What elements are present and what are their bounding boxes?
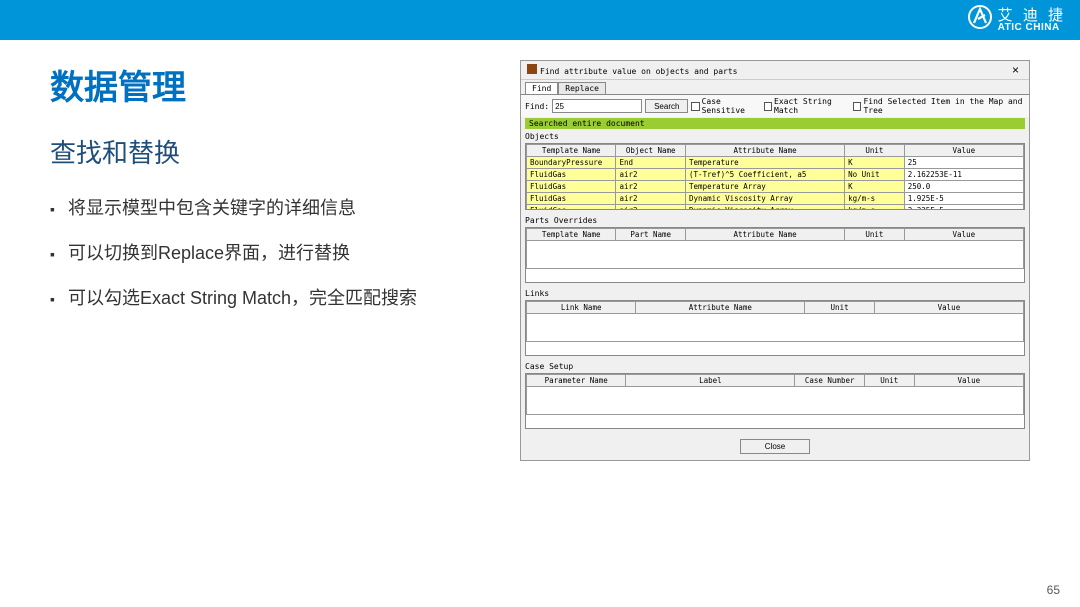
col-header[interactable]: Template Name	[527, 229, 616, 241]
col-header[interactable]: Unit	[845, 229, 905, 241]
close-button[interactable]: Close	[740, 439, 810, 454]
table-cell: Dynamic Viscosity Array	[686, 205, 845, 211]
table-row[interactable]: FluidGasair2Temperature ArrayK250.0	[527, 181, 1024, 193]
table-cell: (T-Tref)^5 Coefficient, a5	[686, 169, 845, 181]
status-message: Searched entire document	[525, 118, 1025, 129]
page-number: 65	[1047, 583, 1060, 597]
table-cell: 250.0	[904, 181, 1023, 193]
table-cell: Temperature Array	[686, 181, 845, 193]
table-cell: air2	[616, 193, 686, 205]
exact-match-checkbox[interactable]: Exact String Match	[764, 97, 850, 115]
table-cell: 25	[904, 157, 1023, 169]
table-cell: air2	[616, 181, 686, 193]
table-cell: kg/m-s	[845, 205, 905, 211]
table-row[interactable]: FluidGasair2Dynamic Viscosity Arraykg/m-…	[527, 205, 1024, 211]
logo-cn-text: 艾 迪 捷	[998, 8, 1066, 23]
page-title: 数据管理	[50, 60, 490, 109]
table-cell: FluidGas	[527, 181, 616, 193]
table-cell: air2	[616, 169, 686, 181]
bullet-item: 可以切换到Replace界面，进行替换	[50, 239, 490, 268]
close-icon[interactable]: ×	[1008, 63, 1023, 77]
table-row[interactable]: BoundaryPressureEndTemperatureK25	[527, 157, 1024, 169]
col-header[interactable]: Value	[904, 229, 1023, 241]
col-header[interactable]: Attribute Name	[686, 145, 845, 157]
find-dialog: Find attribute value on objects and part…	[520, 60, 1030, 461]
table-cell: Temperature	[686, 157, 845, 169]
col-header[interactable]: Label	[626, 375, 795, 387]
col-header[interactable]: Unit	[845, 145, 905, 157]
find-label: Find:	[525, 102, 549, 111]
dialog-titlebar: Find attribute value on objects and part…	[521, 61, 1029, 80]
tab-replace[interactable]: Replace	[558, 82, 606, 94]
table-cell: 2.162253E-11	[904, 169, 1023, 181]
bullet-item: 将显示模型中包含关键字的详细信息	[50, 194, 490, 223]
dialog-icon	[527, 64, 537, 74]
objects-label: Objects	[521, 130, 1029, 143]
table-cell: FluidGas	[527, 205, 616, 211]
table-cell: No Unit	[845, 169, 905, 181]
find-row: Find: Search Case Sensitive Exact String…	[521, 94, 1029, 117]
col-header[interactable]: Template Name	[527, 145, 616, 157]
parts-grid: Template Name Part Name Attribute Name U…	[525, 227, 1025, 283]
case-sensitive-checkbox[interactable]: Case Sensitive	[691, 97, 760, 115]
bullet-list: 将显示模型中包含关键字的详细信息 可以切换到Replace界面，进行替换 可以勾…	[50, 194, 490, 312]
col-header[interactable]: Value	[914, 375, 1023, 387]
col-header[interactable]: Part Name	[616, 229, 686, 241]
table-cell: Dynamic Viscosity Array	[686, 193, 845, 205]
search-button[interactable]: Search	[645, 99, 688, 113]
parts-label: Parts Overrides	[521, 214, 1029, 227]
table-cell: FluidGas	[527, 169, 616, 181]
top-bar: 艾 迪 捷 ATIC CHINA	[0, 0, 1080, 40]
table-cell: air2	[616, 205, 686, 211]
bullet-item: 可以勾选Exact String Match，完全匹配搜索	[50, 284, 490, 313]
table-cell: 1.925E-5	[904, 193, 1023, 205]
col-header[interactable]: Attribute Name	[686, 229, 845, 241]
table-row[interactable]: FluidGasair2(T-Tref)^5 Coefficient, a5No…	[527, 169, 1024, 181]
col-header[interactable]: Case Number	[795, 375, 865, 387]
page-subtitle: 查找和替换	[50, 133, 490, 170]
tab-bar: FindReplace	[521, 80, 1029, 94]
tab-find[interactable]: Find	[525, 82, 558, 94]
col-header[interactable]: Link Name	[527, 302, 636, 314]
table-cell: K	[845, 157, 905, 169]
col-header[interactable]: Object Name	[616, 145, 686, 157]
col-header[interactable]: Value	[904, 145, 1023, 157]
dialog-title-text: Find attribute value on objects and part…	[540, 67, 737, 76]
col-header[interactable]: Value	[874, 302, 1023, 314]
table-row[interactable]: FluidGasair2Dynamic Viscosity Arraykg/m-…	[527, 193, 1024, 205]
col-header[interactable]: Parameter Name	[527, 375, 626, 387]
table-cell: End	[616, 157, 686, 169]
case-setup-grid: Parameter Name Label Case Number Unit Va…	[525, 373, 1025, 429]
table-cell: 2.225E-5	[904, 205, 1023, 211]
case-setup-label: Case Setup	[521, 360, 1029, 373]
logo-en-text: ATIC CHINA	[998, 23, 1066, 33]
col-header[interactable]: Unit	[864, 375, 914, 387]
logo: 艾 迪 捷 ATIC CHINA	[968, 5, 1066, 35]
col-header[interactable]: Unit	[805, 302, 875, 314]
table-cell: K	[845, 181, 905, 193]
table-cell: BoundaryPressure	[527, 157, 616, 169]
find-input[interactable]	[552, 99, 642, 113]
table-cell: kg/m-s	[845, 193, 905, 205]
col-header[interactable]: Attribute Name	[636, 302, 805, 314]
logo-icon	[968, 5, 992, 35]
links-label: Links	[521, 287, 1029, 300]
links-grid: Link Name Attribute Name Unit Value	[525, 300, 1025, 356]
objects-grid: Template Name Object Name Attribute Name…	[525, 143, 1025, 210]
find-selected-checkbox[interactable]: Find Selected Item in the Map and Tree	[853, 97, 1025, 115]
table-cell: FluidGas	[527, 193, 616, 205]
